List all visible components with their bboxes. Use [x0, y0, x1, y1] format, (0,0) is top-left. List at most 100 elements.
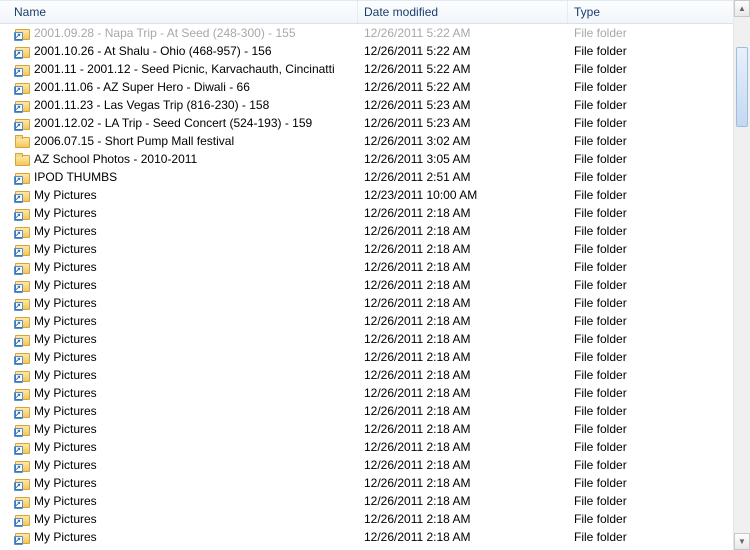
file-row[interactable]: ↗ My Pictures 12/26/2011 2:18 AMFile folde…: [0, 456, 750, 474]
file-row[interactable]: ↗My Pictures12/26/2011 2:18 AMFile folde…: [0, 420, 750, 438]
scroll-up-button[interactable]: ▲: [734, 0, 750, 17]
file-name-cell[interactable]: ↗2001.12.02 - LA Trip - Seed Concert (52…: [0, 115, 358, 131]
file-row[interactable]: ↗2001.10.26 - At Shalu - Ohio (468-957) …: [0, 42, 750, 60]
file-row[interactable]: ↗My Pictures12/26/2011 2:18 AMFile folde…: [0, 312, 750, 330]
file-type-cell: File folder: [568, 404, 750, 418]
folder-shortcut-icon: ↗: [14, 259, 30, 275]
file-name-cell[interactable]: ↗My Pictures: [0, 403, 358, 419]
file-row[interactable]: ↗My Pictures12/26/2011 2:18 AMFile folde…: [0, 510, 750, 528]
folder-shortcut-icon: ↗: [14, 241, 30, 257]
file-name-cell[interactable]: ↗My Pictures: [0, 511, 358, 527]
file-name-cell[interactable]: 2006.07.15 - Short Pump Mall festival: [0, 133, 358, 149]
file-row[interactable]: ↗My Pictures12/26/2011 2:18 AMFile folde…: [0, 348, 750, 366]
file-name-cell[interactable]: ↗My Pictures: [0, 241, 358, 257]
file-name-label: My Pictures: [34, 314, 97, 328]
file-row[interactable]: ↗2001.11 - 2001.12 - Seed Picnic, Karvac…: [0, 60, 750, 78]
file-name-cell[interactable]: ↗My Pictures: [0, 187, 358, 203]
file-row[interactable]: ↗My Pictures12/26/2011 2:18 AMFile folde…: [0, 240, 750, 258]
file-name-cell[interactable]: ↗ My Pictures: [0, 439, 358, 455]
scroll-track[interactable]: [734, 17, 750, 533]
file-date-cell: 12/26/2011 5:22 AM: [358, 26, 568, 40]
file-row[interactable]: ↗My Pictures12/26/2011 2:18 AMFile folde…: [0, 330, 750, 348]
file-row[interactable]: ↗My Pictures12/26/2011 2:18 AMFile folde…: [0, 222, 750, 240]
file-name-cell[interactable]: ↗ IPOD THUMBS: [0, 169, 358, 185]
file-name-label: My Pictures: [34, 440, 97, 454]
file-name-cell[interactable]: ↗My Pictures: [0, 493, 358, 509]
file-type-cell: File folder: [568, 458, 750, 472]
folder-shortcut-icon: ↗: [14, 385, 30, 401]
file-name-cell[interactable]: ↗My Pictures: [0, 349, 358, 365]
file-date-cell: 12/26/2011 2:18 AM: [358, 260, 568, 274]
file-name-cell[interactable]: ↗ My Pictures: [0, 475, 358, 491]
file-row[interactable]: 2006.07.15 - Short Pump Mall festival12/…: [0, 132, 750, 150]
file-name-cell[interactable]: ↗My Pictures: [0, 331, 358, 347]
file-name-cell[interactable]: ↗My Pictures: [0, 205, 358, 221]
file-row[interactable]: ↗My Pictures12/26/2011 2:18 AMFile folde…: [0, 402, 750, 420]
file-date-cell: 12/26/2011 2:18 AM: [358, 458, 568, 472]
scroll-thumb[interactable]: [736, 47, 748, 127]
file-row[interactable]: ↗My Pictures12/26/2011 2:18 AMFile folde…: [0, 204, 750, 222]
folder-shortcut-icon: ↗: [14, 475, 30, 491]
file-type-cell: File folder: [568, 476, 750, 490]
folder-shortcut-icon: ↗: [14, 529, 30, 545]
file-name-cell[interactable]: ↗My Pictures: [0, 367, 358, 383]
file-row[interactable]: ↗My Pictures12/26/2011 2:18 AMFile folde…: [0, 384, 750, 402]
folder-shortcut-icon: ↗: [14, 457, 30, 473]
folder-shortcut-icon: ↗: [14, 511, 30, 527]
file-name-cell[interactable]: ↗2001.11.06 - AZ Super Hero - Diwali - 6…: [0, 79, 358, 95]
vertical-scrollbar[interactable]: ▲ ▼: [733, 0, 750, 550]
file-name-cell[interactable]: ↗ My Pictures: [0, 259, 358, 275]
file-name-label: 2001.11.23 - Las Vegas Trip (816-230) - …: [34, 98, 269, 112]
file-name-cell[interactable]: ↗2001.09.28 - Napa Trip - At Seed (248-3…: [0, 25, 358, 41]
file-name-cell[interactable]: ↗My Pictures: [0, 529, 358, 545]
file-row[interactable]: ↗My Pictures12/23/2011 10:00 AMFile fold…: [0, 186, 750, 204]
file-name-cell[interactable]: ↗ My Pictures: [0, 457, 358, 473]
folder-shortcut-icon: ↗: [14, 277, 30, 293]
file-name-label: 2001.09.28 - Napa Trip - At Seed (248-30…: [34, 26, 296, 40]
column-header-name[interactable]: Name: [0, 1, 358, 23]
file-name-cell[interactable]: ↗2001.11 - 2001.12 - Seed Picnic, Karvac…: [0, 61, 358, 77]
file-row[interactable]: ↗My Pictures12/26/2011 2:18 AMFile folde…: [0, 276, 750, 294]
file-name-label: My Pictures: [34, 476, 97, 490]
column-header-type[interactable]: Type: [568, 1, 750, 23]
file-row[interactable]: ↗2001.09.28 - Napa Trip - At Seed (248-3…: [0, 24, 750, 42]
file-row[interactable]: ↗IPOD THUMBS12/26/2011 2:51 AMFile folde…: [0, 168, 750, 186]
file-name-label: My Pictures: [34, 458, 97, 472]
file-name-cell[interactable]: AZ School Photos - 2010-2011: [0, 151, 358, 167]
file-name-cell[interactable]: ↗2001.11.23 - Las Vegas Trip (816-230) -…: [0, 97, 358, 113]
scroll-down-button[interactable]: ▼: [734, 533, 750, 550]
folder-shortcut-icon: ↗: [14, 169, 30, 185]
file-row[interactable]: ↗My Pictures12/26/2011 2:18 AMFile folde…: [0, 528, 750, 546]
file-row[interactable]: ↗My Pictures12/26/2011 2:18 AMFile folde…: [0, 258, 750, 276]
file-type-cell: File folder: [568, 116, 750, 130]
file-name-label: My Pictures: [34, 368, 97, 382]
file-type-cell: File folder: [568, 314, 750, 328]
column-header-date[interactable]: Date modified: [358, 1, 568, 23]
file-name-cell[interactable]: ↗My Pictures: [0, 295, 358, 311]
file-row[interactable]: ↗My Pictures12/26/2011 2:18 AMFile folde…: [0, 294, 750, 312]
file-name-label: IPOD THUMBS: [34, 170, 117, 184]
file-row[interactable]: ↗My Pictures12/26/2011 2:18 AMFile folde…: [0, 438, 750, 456]
file-row[interactable]: ↗2001.12.02 - LA Trip - Seed Concert (52…: [0, 114, 750, 132]
file-row[interactable]: ↗My Pictures12/26/2011 2:18 AMFile folde…: [0, 492, 750, 510]
file-date-cell: 12/26/2011 2:18 AM: [358, 440, 568, 454]
file-name-label: My Pictures: [34, 260, 97, 274]
file-type-cell: File folder: [568, 206, 750, 220]
file-name-cell[interactable]: ↗My Pictures: [0, 223, 358, 239]
file-type-cell: File folder: [568, 152, 750, 166]
file-row[interactable]: ↗My Pictures12/26/2011 2:18 AMFile folde…: [0, 366, 750, 384]
file-row[interactable]: ↗2001.11.23 - Las Vegas Trip (816-230) -…: [0, 96, 750, 114]
file-date-cell: 12/26/2011 2:18 AM: [358, 332, 568, 346]
folder-icon: [14, 151, 30, 167]
file-name-cell[interactable]: ↗2001.10.26 - At Shalu - Ohio (468-957) …: [0, 43, 358, 59]
file-name-cell[interactable]: ↗My Pictures: [0, 385, 358, 401]
file-name-cell[interactable]: ↗My Pictures: [0, 313, 358, 329]
file-name-label: My Pictures: [34, 494, 97, 508]
file-row[interactable]: ↗My Pictures12/26/2011 2:18 AMFile folde…: [0, 474, 750, 492]
file-date-cell: 12/26/2011 2:18 AM: [358, 314, 568, 328]
file-name-cell[interactable]: ↗My Pictures: [0, 277, 358, 293]
file-name-cell[interactable]: ↗My Pictures: [0, 421, 358, 437]
file-row[interactable]: ↗2001.11.06 - AZ Super Hero - Diwali - 6…: [0, 78, 750, 96]
file-row[interactable]: AZ School Photos - 2010-201112/26/2011 3…: [0, 150, 750, 168]
folder-shortcut-icon: ↗: [14, 439, 30, 455]
